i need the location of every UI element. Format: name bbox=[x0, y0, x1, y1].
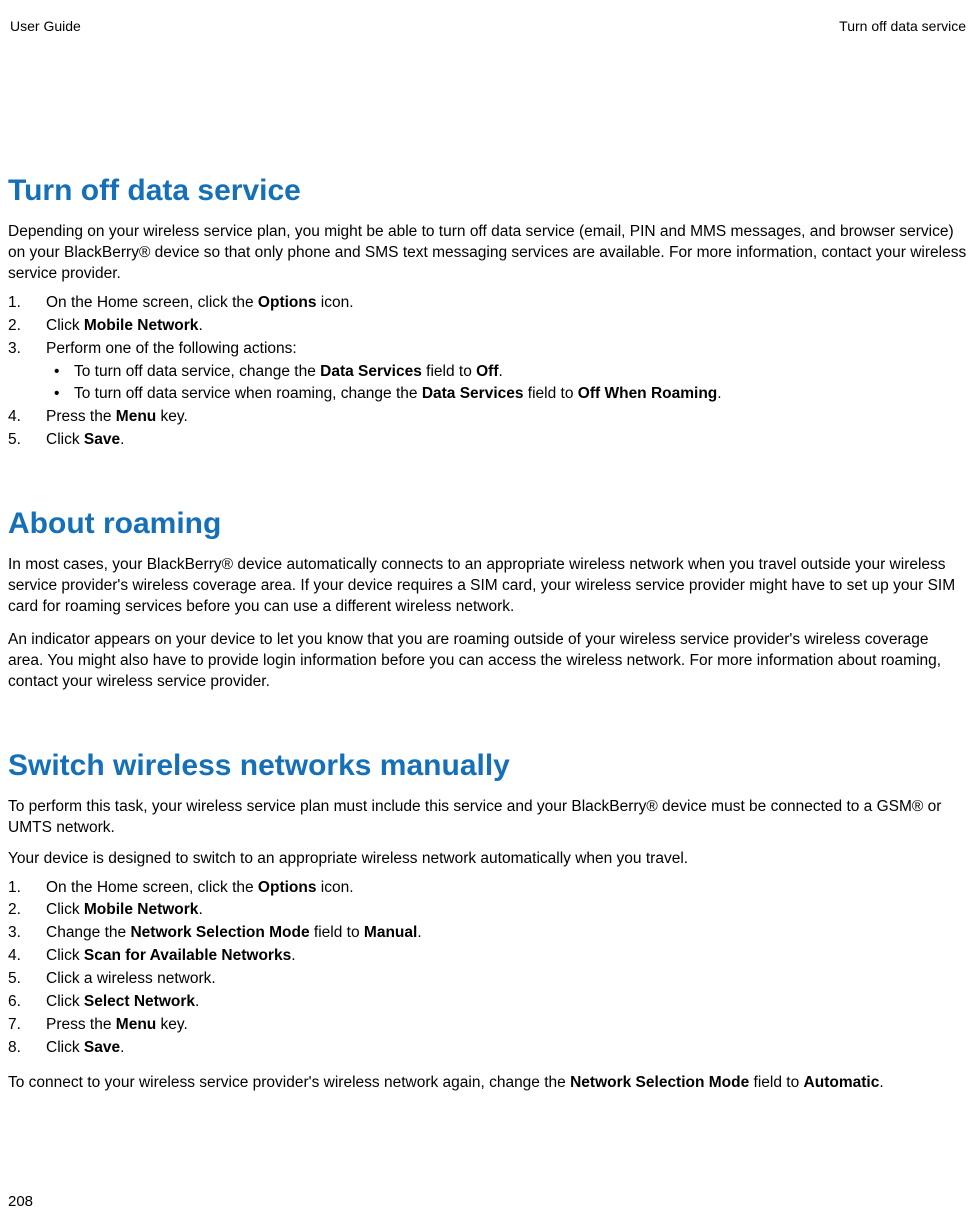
list-item: Click a wireless network. bbox=[8, 969, 968, 990]
header-right: Turn off data service bbox=[839, 18, 966, 34]
list-item: Perform one of the following actions: To… bbox=[8, 339, 968, 406]
list-item: Press the Menu key. bbox=[8, 1015, 968, 1036]
page-header: User Guide Turn off data service bbox=[8, 18, 968, 34]
ordered-list: On the Home screen, click the Options ic… bbox=[8, 878, 968, 1059]
list-item: Click Save. bbox=[8, 1038, 968, 1059]
list-item: To turn off data service, change the Dat… bbox=[46, 362, 968, 383]
list-item: To turn off data service when roaming, c… bbox=[46, 384, 968, 405]
body-text: To perform this task, your wireless serv… bbox=[8, 797, 968, 839]
body-text: An indicator appears on your device to l… bbox=[8, 630, 968, 693]
page-number: 208 bbox=[8, 1193, 33, 1210]
section-heading: About roaming bbox=[8, 507, 968, 541]
header-left: User Guide bbox=[10, 18, 81, 34]
list-item: Press the Menu key. bbox=[8, 407, 968, 428]
list-item: Click Scan for Available Networks. bbox=[8, 946, 968, 967]
body-text: Your device is designed to switch to an … bbox=[8, 849, 968, 870]
body-text: In most cases, your BlackBerry® device a… bbox=[8, 555, 968, 618]
list-item: Click Select Network. bbox=[8, 992, 968, 1013]
section-heading: Switch wireless networks manually bbox=[8, 749, 968, 783]
list-item: On the Home screen, click the Options ic… bbox=[8, 293, 968, 314]
body-text: Depending on your wireless service plan,… bbox=[8, 222, 968, 285]
list-item: Click Mobile Network. bbox=[8, 900, 968, 921]
list-item: Click Save. bbox=[8, 430, 968, 451]
list-item: On the Home screen, click the Options ic… bbox=[8, 878, 968, 899]
list-item: Click Mobile Network. bbox=[8, 316, 968, 337]
body-text: To connect to your wireless service prov… bbox=[8, 1073, 968, 1094]
ordered-list: On the Home screen, click the Options ic… bbox=[8, 293, 968, 451]
list-item: Change the Network Selection Mode field … bbox=[8, 923, 968, 944]
bullet-list: To turn off data service, change the Dat… bbox=[46, 362, 968, 406]
section-heading: Turn off data service bbox=[8, 174, 968, 208]
